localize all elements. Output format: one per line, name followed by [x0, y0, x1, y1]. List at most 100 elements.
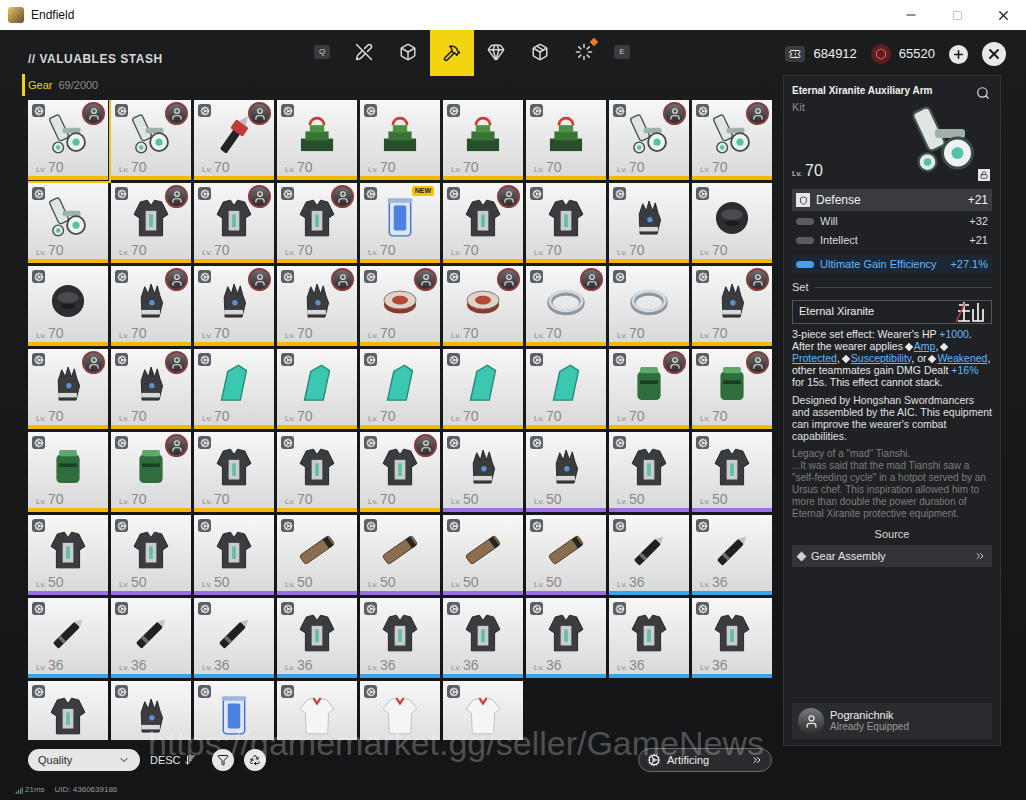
gear-item[interactable]: Lv.70 [111, 432, 191, 512]
sort-order-button[interactable]: DESC [150, 752, 196, 769]
gear-item[interactable]: Lv.70 [111, 183, 191, 263]
gear-item[interactable]: Lv.70 [692, 100, 772, 180]
category-tab[interactable] [518, 30, 562, 74]
gear-item[interactable]: Lv.70 [692, 183, 772, 263]
gear-item[interactable]: Lv.70 [111, 266, 191, 346]
gear-item[interactable]: Lv.70 [111, 100, 191, 180]
gear-item[interactable]: Lv.70 [277, 100, 357, 180]
gear-item[interactable]: Lv.50 [28, 515, 108, 595]
source-entry[interactable]: Gear Assembly [792, 545, 992, 567]
gear-item[interactable]: Lv.50 [194, 515, 274, 595]
prev-tab-key[interactable]: Q [314, 45, 330, 59]
rarity-bar [111, 425, 191, 429]
gear-item[interactable] [111, 681, 191, 740]
gear-item[interactable]: Lv.70 [692, 266, 772, 346]
gear-item[interactable]: Lv.70 [277, 183, 357, 263]
gear-item[interactable]: Lv.70 [609, 100, 689, 180]
rarity-bar [360, 425, 440, 429]
gear-item[interactable]: Lv.36 [28, 598, 108, 678]
keyword-link[interactable]: Amp [906, 340, 936, 352]
gear-item[interactable]: Lv.70 [443, 266, 523, 346]
gear-item[interactable] [443, 681, 523, 740]
category-tab[interactable] [562, 30, 606, 74]
gear-item[interactable]: Lv.50 [277, 515, 357, 595]
gear-item[interactable]: Lv.70 [28, 266, 108, 346]
gear-item[interactable]: Lv.70 [526, 349, 606, 429]
sort-dropdown[interactable]: Quality [28, 749, 140, 771]
category-tab[interactable] [342, 30, 386, 74]
gear-item[interactable]: Lv.70 [443, 349, 523, 429]
recycle-button[interactable] [244, 749, 266, 771]
category-tab[interactable] [386, 30, 430, 74]
gear-item[interactable]: Lv.36 [360, 598, 440, 678]
lock-button[interactable] [978, 169, 990, 181]
gear-item[interactable]: Lv.70 [28, 432, 108, 512]
gear-item[interactable] [28, 681, 108, 740]
gear-item[interactable]: Lv.70 [360, 349, 440, 429]
gear-item[interactable]: Lv.36 [194, 598, 274, 678]
artificing-button[interactable]: Artificing [638, 748, 772, 772]
gear-item[interactable]: Lv.50 [526, 515, 606, 595]
gear-item[interactable]: Lv.70 [111, 349, 191, 429]
gear-item[interactable]: Lv.50 [111, 515, 191, 595]
gear-item[interactable]: Lv.50 [360, 515, 440, 595]
gear-item[interactable]: Lv.70 [194, 349, 274, 429]
gear-item[interactable]: Lv.70 [277, 432, 357, 512]
gear-item[interactable]: Lv.70 [28, 100, 108, 180]
gear-item[interactable]: Lv.70 [194, 100, 274, 180]
gear-item[interactable]: Lv.70 [692, 349, 772, 429]
keyword-link[interactable]: Weakened [929, 352, 987, 364]
gear-item[interactable]: Lv.50 [443, 432, 523, 512]
gear-item[interactable]: Lv.70 [609, 349, 689, 429]
gear-item[interactable]: Lv.36 [692, 515, 772, 595]
gear-item[interactable]: Lv.50 [526, 432, 606, 512]
gear-grid: Lv.70Lv.70Lv.70Lv.70Lv.70Lv.70Lv.70Lv.70… [28, 100, 772, 740]
gear-item[interactable]: Lv.70 [443, 183, 523, 263]
gear-item[interactable] [277, 681, 357, 740]
category-tab[interactable] [430, 30, 474, 76]
gear-item[interactable]: Lv.70 [194, 266, 274, 346]
gear-item[interactable]: Lv.36 [526, 598, 606, 678]
gear-item[interactable] [360, 681, 440, 740]
gear-item[interactable]: Lv.36 [609, 515, 689, 595]
minimize-button[interactable] [888, 0, 934, 30]
gear-item[interactable]: Lv.70 [28, 349, 108, 429]
gear-item[interactable] [194, 681, 274, 740]
gear-item[interactable]: Lv.70 [28, 183, 108, 263]
gear-item[interactable]: NEWLv.70 [360, 183, 440, 263]
gear-item[interactable]: Lv.50 [692, 432, 772, 512]
next-tab-key[interactable]: E [614, 45, 630, 59]
keyword-link[interactable]: Susceptibility [843, 352, 912, 364]
gear-item[interactable]: Lv.70 [277, 266, 357, 346]
gear-item[interactable]: Lv.70 [277, 349, 357, 429]
gear-item[interactable]: Lv.70 [360, 266, 440, 346]
gear-item[interactable]: Lv.70 [526, 266, 606, 346]
category-tab[interactable] [474, 30, 518, 74]
gear-item[interactable]: Lv.50 [609, 432, 689, 512]
close-stash-button[interactable] [982, 42, 1006, 66]
gear-item[interactable]: Lv.36 [692, 598, 772, 678]
filter-button[interactable] [212, 749, 234, 771]
gear-item[interactable]: Lv.70 [194, 432, 274, 512]
gear-item[interactable]: Lv.70 [526, 100, 606, 180]
gear-item[interactable]: Lv.70 [609, 183, 689, 263]
gear-item[interactable]: Lv.70 [609, 266, 689, 346]
gear-item[interactable]: Lv.70 [443, 100, 523, 180]
pen-gear-icon [126, 608, 176, 658]
gear-item[interactable]: Lv.70 [194, 183, 274, 263]
gear-item[interactable]: Lv.36 [443, 598, 523, 678]
add-currency-button[interactable] [949, 45, 968, 64]
gear-item[interactable]: Lv.70 [526, 183, 606, 263]
gear-item[interactable]: Lv.36 [609, 598, 689, 678]
rarity-bar [277, 674, 357, 678]
close-window-button[interactable] [980, 0, 1026, 30]
gear-item[interactable]: Lv.50 [443, 515, 523, 595]
maximize-button[interactable] [934, 0, 980, 30]
inspect-button[interactable] [974, 84, 992, 102]
gear-item[interactable]: Lv.70 [360, 100, 440, 180]
owner-avatar-icon [331, 268, 354, 291]
gear-item[interactable]: Lv.70 [360, 432, 440, 512]
gear-item[interactable]: Lv.36 [277, 598, 357, 678]
rarity-bar [443, 508, 523, 512]
gear-item[interactable]: Lv.36 [111, 598, 191, 678]
